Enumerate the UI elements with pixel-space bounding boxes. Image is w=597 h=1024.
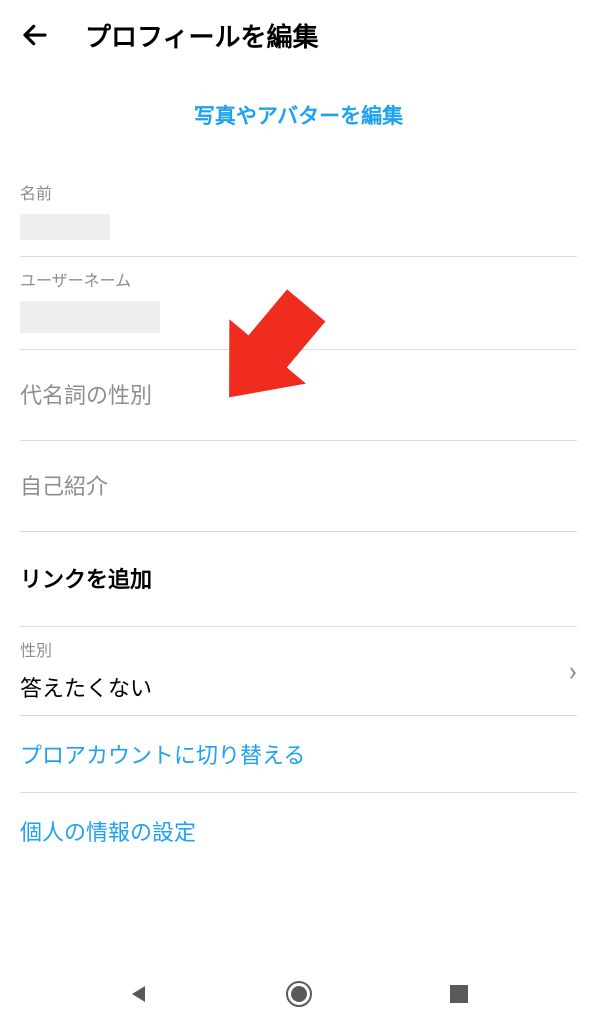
nav-recent-button[interactable]	[448, 983, 470, 1005]
nav-home-button[interactable]	[285, 980, 313, 1008]
switch-pro-account-link[interactable]: プロアカウントに切り替える	[20, 716, 577, 793]
bio-placeholder: 自己紹介	[20, 451, 577, 519]
back-button[interactable]	[15, 15, 55, 55]
personal-info-settings-link[interactable]: 個人の情報の設定	[20, 793, 577, 869]
circle-home-icon	[285, 980, 313, 1008]
name-field[interactable]: 名前	[20, 170, 577, 257]
chevron-right-icon: ›	[569, 655, 577, 688]
edit-avatar-link[interactable]: 写真やアバターを編集	[0, 70, 597, 170]
add-link-field[interactable]: リンクを追加	[20, 532, 577, 627]
add-link-label: リンクを追加	[20, 542, 577, 614]
gender-field[interactable]: 性別 答えたくない ›	[20, 627, 577, 716]
triangle-back-icon	[127, 982, 151, 1006]
username-value-redacted	[20, 301, 160, 333]
annotation-arrow-icon	[180, 275, 340, 415]
page-title: プロフィールを編集	[85, 17, 318, 54]
gender-value: 答えたくない	[20, 671, 577, 703]
gender-label: 性別	[20, 637, 577, 661]
nav-back-button[interactable]	[127, 982, 151, 1006]
system-nav-bar	[0, 964, 597, 1024]
square-recent-icon	[448, 983, 470, 1005]
bio-field[interactable]: 自己紹介	[20, 441, 577, 532]
name-label: 名前	[20, 180, 577, 204]
name-value-redacted	[20, 214, 110, 240]
back-arrow-icon	[20, 20, 50, 50]
